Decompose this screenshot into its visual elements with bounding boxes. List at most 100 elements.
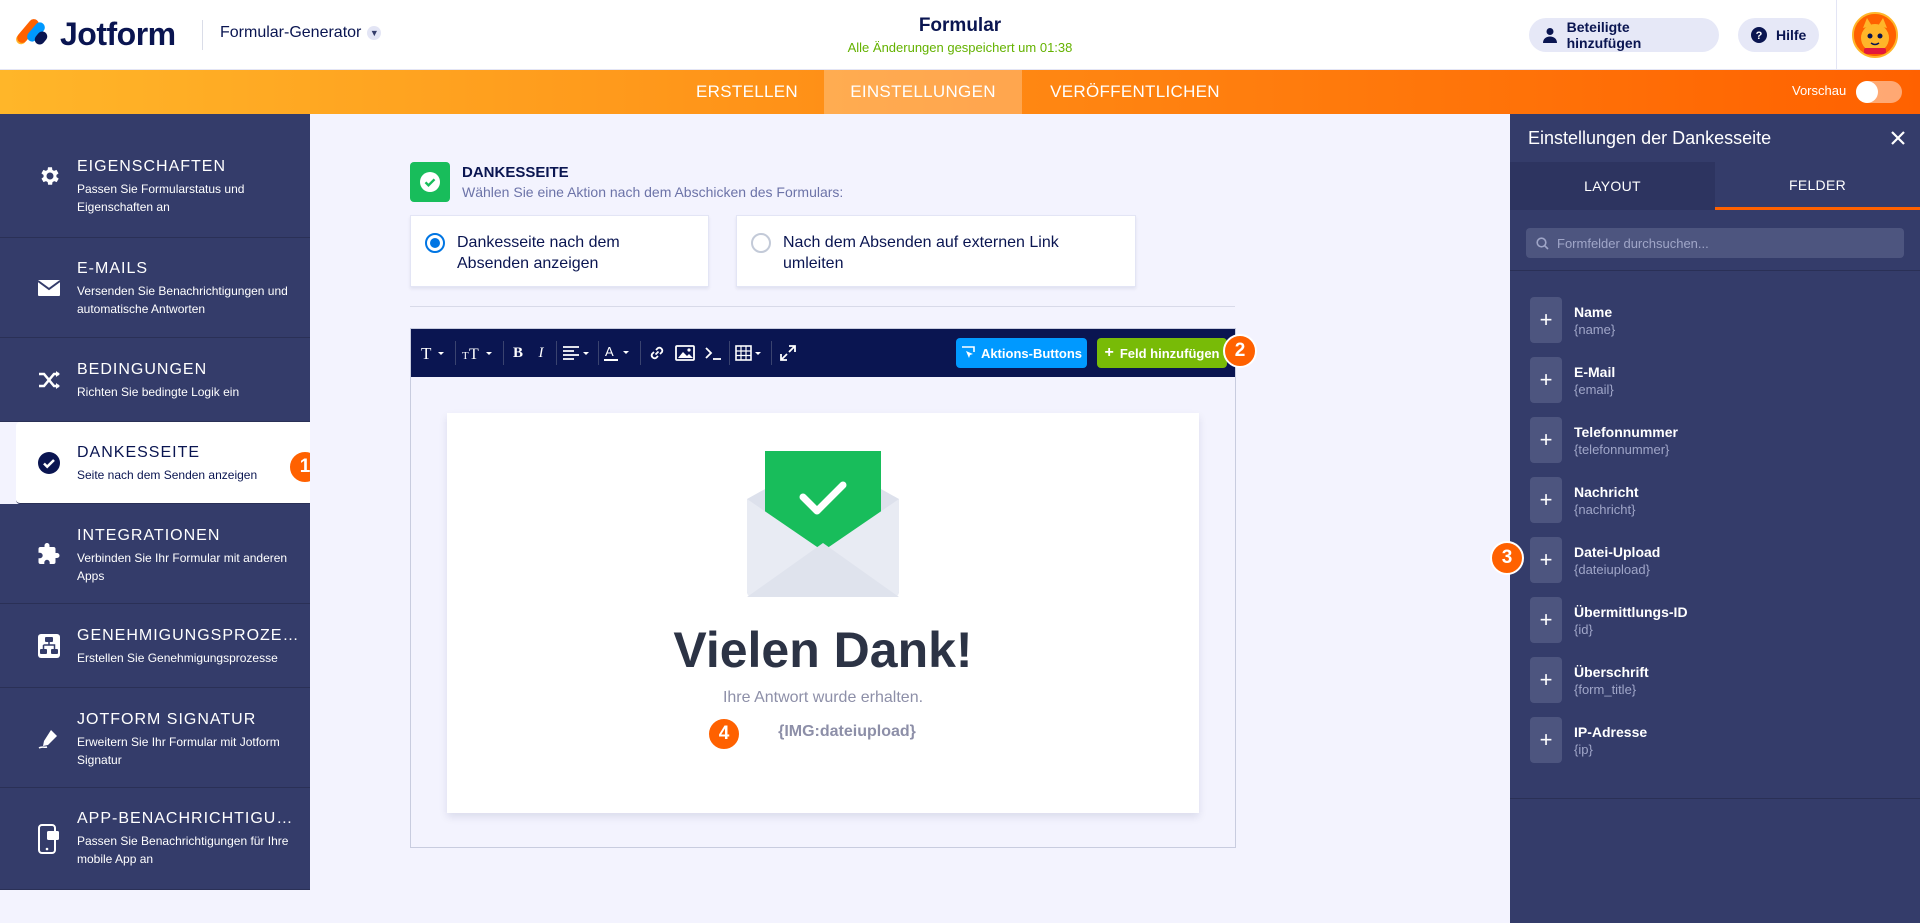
field-item-text: Übermittlungs-ID {id} xyxy=(1574,604,1688,637)
field-item-phone[interactable]: + Telefonnummer {telefonnummer} xyxy=(1530,417,1678,463)
tab-felder[interactable]: FELDER xyxy=(1715,162,1920,210)
sidebar-item-desc: Erweitern Sie Ihr Formular mit Jotform S… xyxy=(77,735,280,767)
envelope-icon xyxy=(36,275,62,301)
action-buttons-button[interactable]: Aktions-Buttons xyxy=(956,338,1087,368)
thankyou-heading: Vielen Dank! xyxy=(673,622,973,678)
toolbar-separator xyxy=(556,341,557,365)
field-name: Übermittlungs-ID xyxy=(1574,603,1688,620)
top-bar: Jotform Formular-Generator ▼ Formular Al… xyxy=(0,0,1920,70)
option-redirect-external[interactable]: Nach dem Absenden auf externen Link umle… xyxy=(736,215,1136,287)
plus-icon[interactable]: + xyxy=(1530,657,1562,703)
rich-text-editor: T TT B I A Aktions-Buttons + Feld hinzuf… xyxy=(410,328,1257,848)
plus-icon[interactable]: + xyxy=(1530,477,1562,523)
field-item-submission-id[interactable]: + Übermittlungs-ID {id} xyxy=(1530,597,1688,643)
divider xyxy=(410,306,1235,307)
text-case-icon[interactable]: TT xyxy=(461,341,497,365)
tab-veroeffentlichen[interactable]: VERÖFFENTLICHEN xyxy=(1030,70,1240,114)
sidebar-item-desc: Seite nach dem Senden anzeigen xyxy=(77,468,258,482)
radio-redirect[interactable] xyxy=(751,233,771,253)
tab-layout[interactable]: LAYOUT xyxy=(1510,162,1715,210)
toolbar-separator xyxy=(729,341,730,365)
plus-icon[interactable]: + xyxy=(1530,357,1562,403)
plus-icon[interactable]: + xyxy=(1530,597,1562,643)
sidebar-item-integrationen[interactable]: INTEGRATIONEN Verbinden Sie Ihr Formular… xyxy=(0,504,310,604)
panel-tabs: LAYOUT FELDER xyxy=(1510,162,1920,210)
plus-icon[interactable]: + xyxy=(1530,537,1562,583)
add-participants-button[interactable]: Beteiligte hinzufügen xyxy=(1529,18,1719,52)
help-button[interactable]: ? Hilfe xyxy=(1738,18,1819,52)
sidebar-item-text: E-MAILS Versenden Sie Benachrichtigungen… xyxy=(77,260,300,318)
plus-icon[interactable]: + xyxy=(1530,417,1562,463)
tab-erstellen[interactable]: ERSTELLEN xyxy=(679,70,815,114)
plus-icon: + xyxy=(1104,344,1114,361)
bold-icon[interactable]: B xyxy=(508,341,528,365)
option-show-thankyou-page[interactable]: Dankesseite nach dem Absenden anzeigen xyxy=(410,215,709,287)
sidebar-item-genehmigungsprozesse[interactable]: GENEHMIGUNGSPROZES... Erstellen Sie Gene… xyxy=(0,604,310,688)
sidebar-item-desc: Passen Sie Formularstatus und Eigenschaf… xyxy=(77,182,245,214)
svg-text:T: T xyxy=(421,344,432,362)
sidebar-item-text: EIGENSCHAFTEN Passen Sie Formularstatus … xyxy=(77,158,300,216)
plus-icon[interactable]: + xyxy=(1530,717,1562,763)
field-name: Überschrift xyxy=(1574,663,1649,680)
radio-show-thankyou[interactable] xyxy=(425,233,445,253)
sidebar-item-emails[interactable]: E-MAILS Versenden Sie Benachrichtigungen… xyxy=(0,238,310,338)
table-icon[interactable] xyxy=(734,341,766,365)
field-item-message[interactable]: + Nachricht {nachricht} xyxy=(1530,477,1639,523)
image-icon[interactable] xyxy=(673,341,697,365)
option-show-label: Dankesseite nach dem Absenden anzeigen xyxy=(457,234,620,272)
text-color-icon[interactable]: A xyxy=(603,341,635,365)
close-icon[interactable] xyxy=(1886,126,1910,150)
link-icon[interactable] xyxy=(645,341,669,365)
sidebar-item-desc: Versenden Sie Benachrichtigungen und aut… xyxy=(77,284,288,316)
header-divider xyxy=(202,20,203,50)
sidebar-item-eigenschaften[interactable]: EIGENSCHAFTEN Passen Sie Formularstatus … xyxy=(0,114,310,238)
sidebar-item-title: DANKESSEITE xyxy=(77,444,201,461)
tab-einstellungen[interactable]: EINSTELLUNGEN xyxy=(824,70,1022,114)
field-token: {nachricht} xyxy=(1574,501,1636,517)
field-item-file-upload[interactable]: + Datei-Upload {dateiupload} xyxy=(1530,537,1660,583)
svg-text:A: A xyxy=(605,344,614,359)
option-redirect-label: Nach dem Absenden auf externen Link umle… xyxy=(783,234,1059,272)
sidebar-item-desc: Richten Sie bedingte Logik ein xyxy=(77,385,240,399)
sidebar-item-bedingungen[interactable]: BEDINGUNGEN Richten Sie bedingte Logik e… xyxy=(0,338,310,422)
sidebar-item-desc: Erstellen Sie Genehmigungsprozesse xyxy=(77,651,278,665)
code-icon[interactable] xyxy=(701,341,725,365)
fullscreen-icon[interactable] xyxy=(776,341,800,365)
toolbar-separator xyxy=(598,341,599,365)
field-item-ip-address[interactable]: + IP-Adresse {ip} xyxy=(1530,717,1647,763)
sidebar-item-app-benachrichtigung[interactable]: APP-BENACHRICHTIGUNG Passen Sie Benachri… xyxy=(0,788,310,890)
field-token: {telefonnummer} xyxy=(1574,441,1670,457)
italic-icon[interactable]: I xyxy=(531,341,551,365)
toolbar-separator xyxy=(503,341,504,365)
preview-toggle[interactable] xyxy=(1856,81,1902,103)
thankyou-settings-panel: Einstellungen der Dankesseite LAYOUT FEL… xyxy=(1490,114,1920,923)
avatar[interactable] xyxy=(1852,12,1898,58)
field-item-email[interactable]: + E-Mail {email} xyxy=(1530,357,1615,403)
sidebar-item-desc: Passen Sie Benachrichtigungen für Ihre m… xyxy=(77,834,289,866)
sidebar-item-dankesseite[interactable]: DANKESSEITE Seite nach dem Senden anzeig… xyxy=(16,422,310,504)
sidebar-item-jotform-signatur[interactable]: JOTFORM SIGNATUR Erweitern Sie Ihr Formu… xyxy=(0,688,310,788)
user-icon xyxy=(1541,26,1559,44)
workflow-icon xyxy=(36,633,62,659)
jotform-logo[interactable]: Jotform xyxy=(14,16,176,53)
help-icon: ? xyxy=(1750,26,1768,44)
field-token: {form_title} xyxy=(1574,681,1637,697)
step-badge-3: 3 xyxy=(1490,541,1524,575)
field-item-name[interactable]: + Name {name} xyxy=(1530,297,1615,343)
field-item-heading[interactable]: + Überschrift {form_title} xyxy=(1530,657,1649,703)
plus-icon[interactable]: + xyxy=(1530,297,1562,343)
sidebar-item-title: GENEHMIGUNGSPROZES... xyxy=(77,627,300,644)
chevron-down-icon: ▼ xyxy=(367,26,382,40)
builder-select[interactable]: Formular-Generator ▼ xyxy=(220,24,382,42)
field-search-input[interactable]: Formfelder durchsuchen... xyxy=(1526,228,1904,258)
field-token: {email} xyxy=(1574,381,1614,397)
font-size-icon[interactable]: T xyxy=(419,341,449,365)
section-description: Wählen Sie eine Aktion nach dem Abschick… xyxy=(462,184,844,200)
field-token: {id} xyxy=(1574,621,1593,637)
logo-text: Jotform xyxy=(60,16,176,52)
main-content: DANKESSEITE Wählen Sie eine Aktion nach … xyxy=(310,114,1510,923)
field-name: Telefonnummer xyxy=(1574,423,1678,440)
add-field-button[interactable]: + Feld hinzufügen xyxy=(1097,338,1227,368)
align-icon[interactable] xyxy=(561,341,593,365)
toolbar-separator xyxy=(640,341,641,365)
